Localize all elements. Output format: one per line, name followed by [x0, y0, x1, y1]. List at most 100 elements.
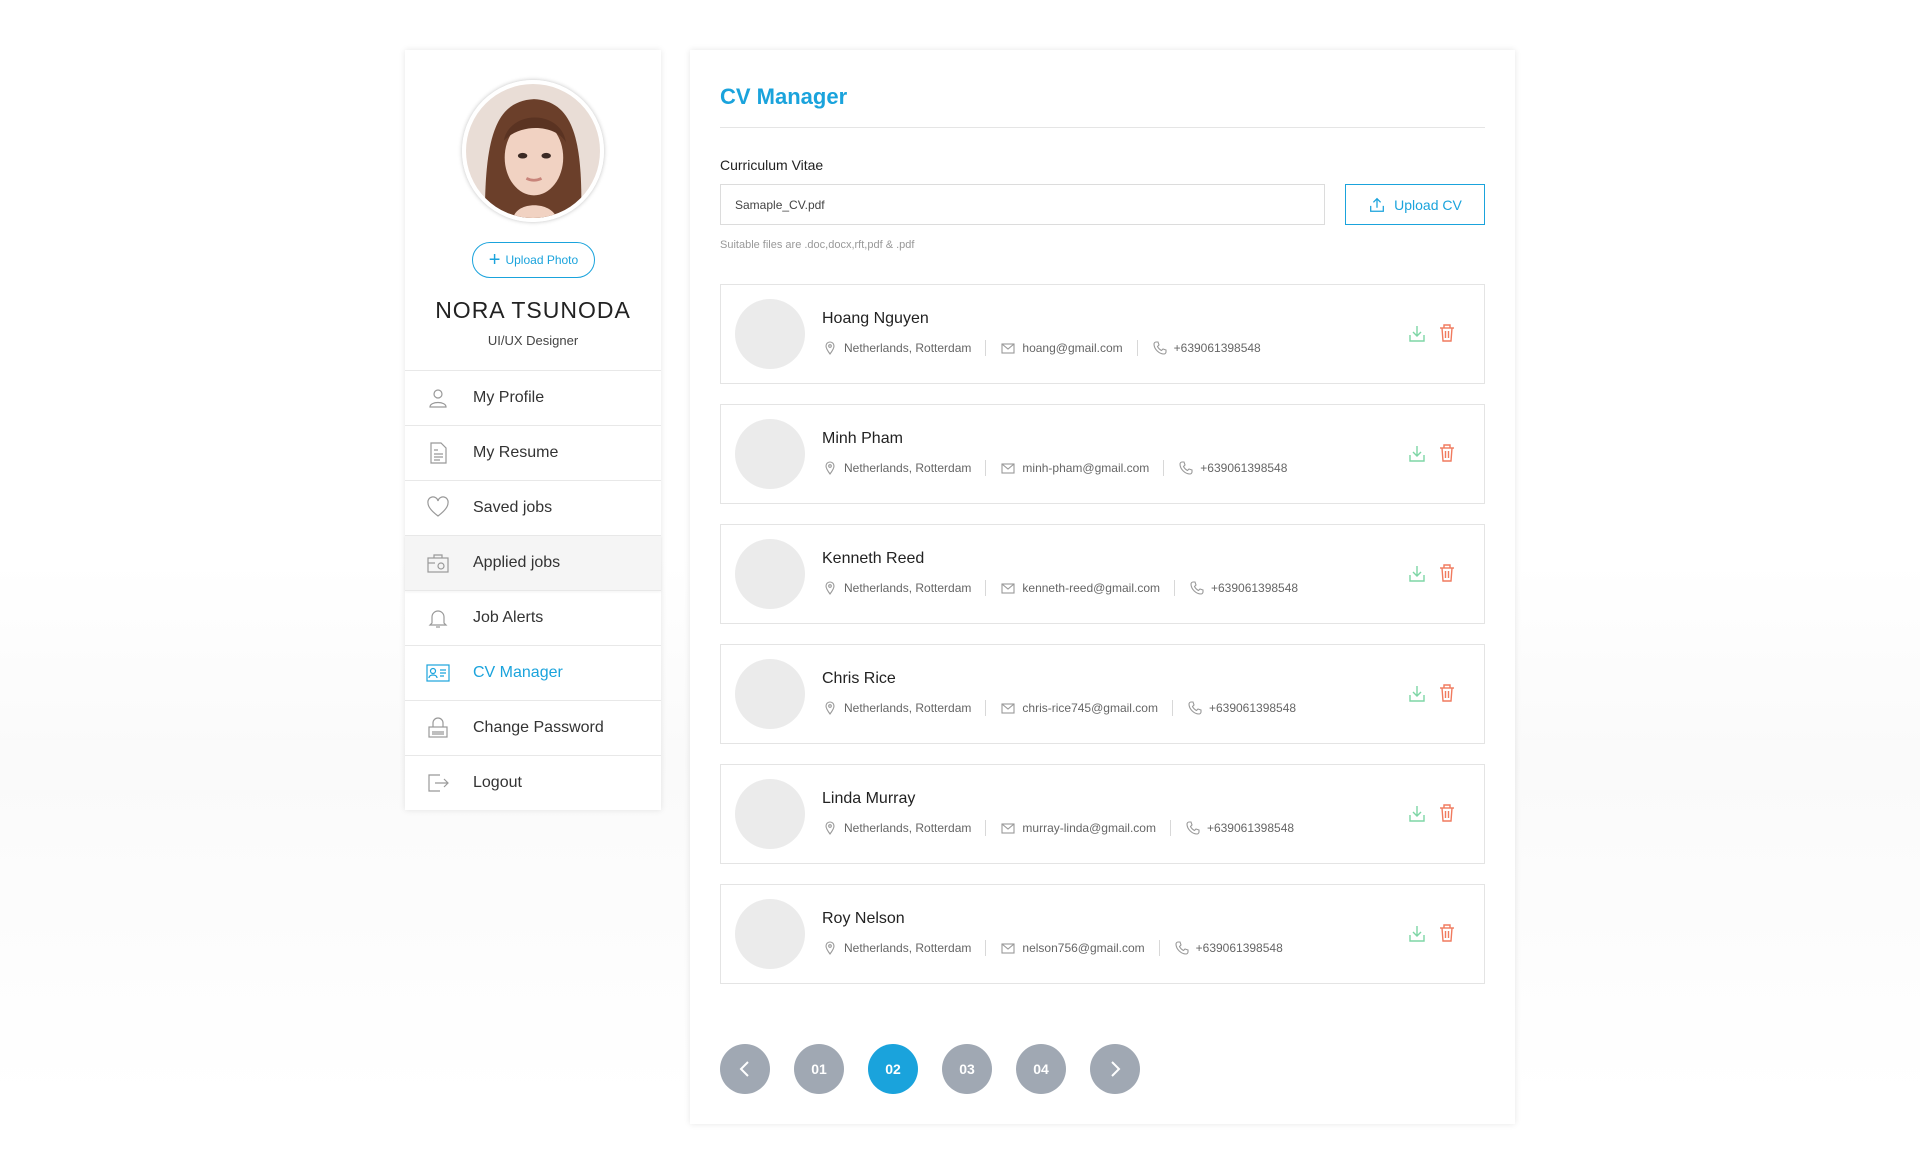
candidate-name: Linda Murray	[822, 790, 916, 807]
candidate-location: Netherlands, Rotterdam	[844, 701, 972, 715]
user-role: UI/UX Designer	[487, 333, 579, 348]
sidebar-item-my-resume[interactable]: My Resume	[405, 425, 661, 480]
user-icon	[425, 385, 451, 411]
sidebar-item-change-password[interactable]: Change Password	[405, 700, 661, 755]
candidate-email: minh-pham@gmail.com	[1022, 461, 1150, 475]
download-button[interactable]	[1408, 923, 1426, 943]
divider	[985, 460, 987, 476]
sidebar-item-label: Applied jobs	[473, 554, 561, 571]
cv-card: Roy Nelson Netherlands, Rotterdam nelson…	[720, 884, 1485, 984]
location-pin-icon	[822, 461, 838, 475]
briefcase-icon	[425, 550, 451, 576]
candidate-phone: +639061398548	[1206, 821, 1295, 835]
candidate-phone: +639061398548	[1208, 701, 1297, 715]
sidebar-item-label: Job Alerts	[473, 609, 544, 626]
candidate-meta: Netherlands, Rotterdam nelson756@gmail.c…	[822, 940, 1283, 956]
location-pin-icon	[822, 341, 838, 355]
download-button[interactable]	[1408, 803, 1426, 823]
sidebar-item-label: CV Manager	[473, 664, 563, 681]
cv-actions	[1408, 803, 1456, 823]
download-button[interactable]	[1408, 563, 1426, 583]
profile-avatar	[462, 80, 604, 222]
delete-button[interactable]	[1438, 803, 1456, 823]
mail-icon	[1000, 821, 1016, 835]
lock-icon	[425, 715, 451, 741]
upload-cv-label: Upload CV	[1394, 196, 1462, 213]
delete-button[interactable]	[1438, 683, 1456, 703]
trash-icon	[1440, 324, 1454, 342]
download-icon	[1409, 326, 1425, 342]
sidebar-item-applied-jobs[interactable]: Applied jobs	[405, 535, 661, 590]
candidate-email: hoang@gmail.com	[1022, 341, 1123, 355]
id-card-icon	[425, 660, 451, 686]
page-button[interactable]: 03	[942, 1044, 992, 1094]
logout-icon	[425, 770, 451, 796]
candidate-avatar	[735, 899, 805, 969]
cv-label: Curriculum Vitae	[720, 157, 824, 173]
location-pin-icon	[822, 941, 838, 955]
page-button[interactable]: 04	[1016, 1044, 1066, 1094]
delete-button[interactable]	[1438, 323, 1456, 343]
cv-actions	[1408, 563, 1456, 583]
sidebar-item-cv-manager[interactable]: CV Manager	[405, 645, 661, 700]
upload-cv-button[interactable]: Upload CV	[1345, 184, 1485, 225]
phone-icon	[1174, 941, 1190, 955]
candidate-phone: +639061398548	[1210, 581, 1299, 595]
upload-photo-button[interactable]: + Upload Photo	[472, 242, 595, 278]
chevron-right-icon	[1111, 1061, 1121, 1077]
download-icon	[1409, 566, 1425, 582]
sidebar-item-my-profile[interactable]: My Profile	[405, 370, 661, 425]
phone-icon	[1187, 701, 1203, 715]
sidebar-item-logout[interactable]: Logout	[405, 755, 661, 810]
page: + Upload Photo NORA TSUNODA UI/UX Design…	[0, 0, 1920, 1174]
candidate-avatar	[735, 539, 805, 609]
delete-button[interactable]	[1438, 443, 1456, 463]
delete-button[interactable]	[1438, 923, 1456, 943]
cv-file-field[interactable]	[720, 184, 1325, 225]
download-button[interactable]	[1408, 683, 1426, 703]
candidate-phone: +639061398548	[1200, 461, 1288, 475]
page-button-current[interactable]: 02	[868, 1044, 918, 1094]
sidebar-item-saved-jobs[interactable]: Saved jobs	[405, 480, 661, 535]
candidate-location: Netherlands, Rotterdam	[844, 821, 972, 835]
cv-card: Kenneth Reed Netherlands, Rotterdam kenn…	[720, 524, 1485, 624]
page-button[interactable]: 01	[794, 1044, 844, 1094]
candidate-name: Hoang Nguyen	[822, 310, 929, 327]
prev-page-button[interactable]	[720, 1044, 770, 1094]
sidebar-item-label: Change Password	[473, 719, 604, 736]
candidate-avatar	[735, 419, 805, 489]
file-hint: Suitable files are .doc,docx,rft,pdf & .…	[720, 239, 915, 251]
candidate-meta: Netherlands, Rotterdam kenneth-reed@gmai…	[822, 580, 1298, 596]
download-icon	[1409, 926, 1425, 942]
candidate-name: Kenneth Reed	[822, 550, 925, 567]
sidebar-item-job-alerts[interactable]: Job Alerts	[405, 590, 661, 645]
chevron-left-icon	[739, 1061, 749, 1077]
mail-icon	[1000, 941, 1016, 955]
candidate-name: Chris Rice	[822, 670, 896, 687]
download-button[interactable]	[1408, 323, 1426, 343]
cv-actions	[1408, 683, 1456, 703]
candidate-avatar	[735, 299, 805, 369]
candidate-phone: +639061398548	[1195, 941, 1283, 955]
heart-icon	[425, 495, 451, 521]
plus-icon: +	[488, 249, 501, 271]
delete-button[interactable]	[1438, 563, 1456, 583]
candidate-meta: Netherlands, Rotterdam hoang@gmail.com +…	[822, 340, 1261, 356]
candidate-phone: +639061398548	[1173, 341, 1261, 355]
divider	[1136, 340, 1138, 356]
next-page-button[interactable]	[1090, 1044, 1140, 1094]
user-name: NORA TSUNODA	[435, 297, 631, 323]
divider	[985, 340, 987, 356]
mail-icon	[1000, 341, 1016, 355]
cv-actions	[1408, 923, 1456, 943]
candidate-email: murray-linda@gmail.com	[1022, 821, 1156, 835]
divider	[1163, 460, 1165, 476]
divider	[985, 940, 987, 956]
download-button[interactable]	[1408, 443, 1426, 463]
candidate-email: nelson756@gmail.com	[1022, 941, 1145, 955]
download-icon	[1409, 806, 1425, 822]
cv-manager-panel: CV Manager Curriculum Vitae Upload CV Su…	[690, 50, 1515, 1124]
candidate-location: Netherlands, Rotterdam	[844, 341, 972, 355]
location-pin-icon	[822, 821, 838, 835]
trash-icon	[1440, 684, 1454, 702]
